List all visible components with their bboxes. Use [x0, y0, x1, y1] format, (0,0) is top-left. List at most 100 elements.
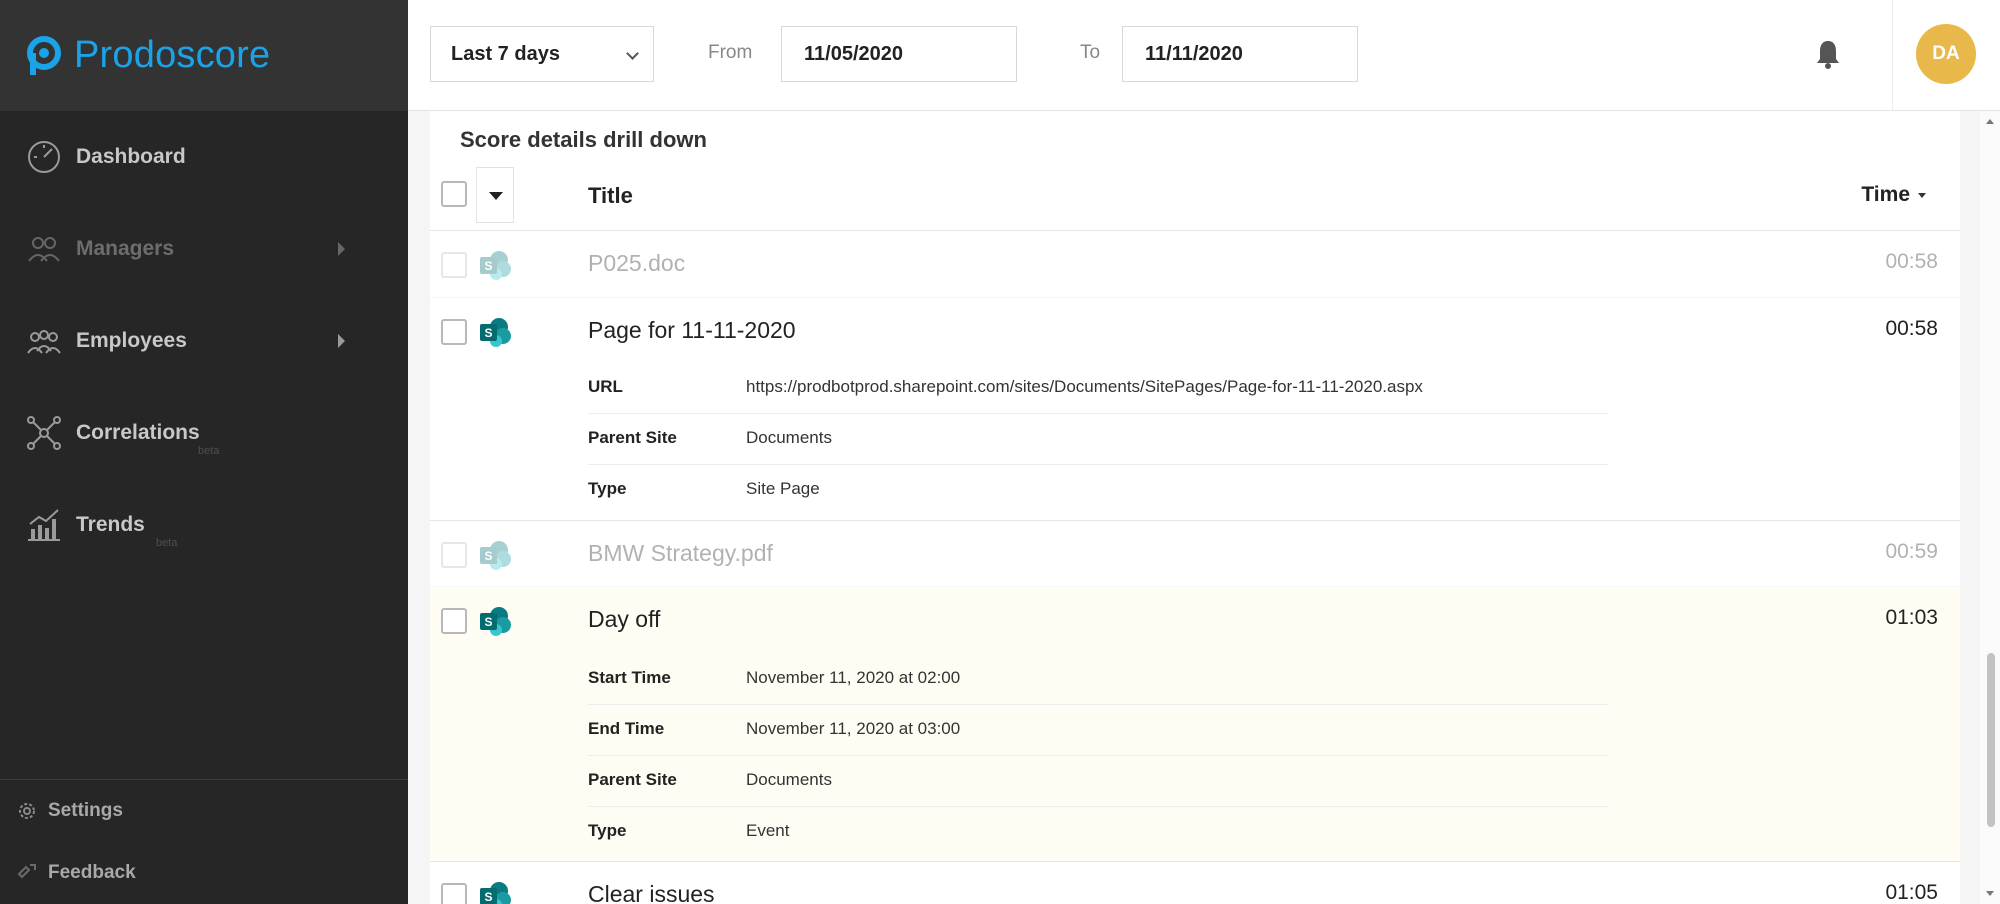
sharepoint-icon: S — [480, 607, 511, 636]
chevron-down-icon — [626, 47, 639, 60]
detail-value: Documents — [746, 428, 832, 447]
detail-key: URL — [588, 377, 623, 396]
sidebar-item-managers[interactable]: Managers — [0, 203, 408, 295]
detail-row-parent-site: Parent Site Documents — [588, 414, 1608, 465]
table-row[interactable]: S P025.doc 00:58 — [430, 232, 1960, 298]
settings-link[interactable]: Settings — [0, 780, 408, 842]
sidebar-item-correlations[interactable]: Correlations beta — [0, 387, 408, 479]
sharepoint-icon: S — [480, 882, 511, 904]
sidebar-footer: Settings Feedback — [0, 779, 408, 904]
row-time: 01:05 — [1885, 881, 1938, 904]
trends-icon — [28, 509, 60, 541]
employees-icon — [27, 330, 61, 354]
detail-row-url: URL https://prodbotprod.sharepoint.com/s… — [588, 363, 1608, 414]
chevron-right-icon — [338, 334, 345, 348]
sidebar-nav: Dashboard Managers Employees Correlation… — [0, 111, 408, 571]
row-time: 00:58 — [1885, 250, 1938, 273]
caret-down-icon — [489, 192, 503, 200]
score-details-panel: Score details drill down Title Time S P0… — [430, 111, 1960, 904]
row-time: 01:03 — [1885, 606, 1938, 629]
detail-value: Documents — [746, 770, 832, 789]
sidebar-item-label: Trends — [76, 513, 145, 536]
column-header-title[interactable]: Title — [588, 183, 633, 209]
detail-key: Parent Site — [588, 428, 677, 447]
scroll-down-arrow-icon[interactable] — [1986, 891, 1994, 896]
row-title: Day off — [588, 606, 661, 632]
feedback-link[interactable]: Feedback — [0, 842, 408, 904]
sidebar-item-label: Dashboard — [76, 145, 186, 168]
svg-text:S: S — [484, 615, 492, 629]
detail-key: Start Time — [588, 668, 671, 687]
correlations-icon — [27, 416, 61, 450]
sidebar-item-trends[interactable]: Trends beta — [0, 479, 408, 571]
sidebar-item-dashboard[interactable]: Dashboard — [0, 111, 408, 203]
row-checkbox[interactable] — [441, 542, 467, 568]
row-title: P025.doc — [588, 250, 686, 276]
brand-header[interactable]: Prodoscore — [0, 0, 408, 111]
sidebar-item-label: Employees — [76, 329, 187, 352]
svg-text:S: S — [484, 890, 492, 904]
main-content: Score details drill down Title Time S P0… — [408, 111, 1980, 904]
from-date-input[interactable]: 11/05/2020 — [781, 26, 1017, 82]
svg-text:S: S — [484, 549, 492, 563]
avatar[interactable]: DA — [1916, 24, 1976, 84]
settings-label: Settings — [48, 800, 123, 821]
sidebar-item-employees[interactable]: Employees — [0, 295, 408, 387]
row-checkbox[interactable] — [441, 319, 467, 345]
vertical-scrollbar[interactable] — [1980, 111, 2000, 904]
sharepoint-icon: S — [480, 541, 511, 570]
sidebar-item-label: Correlations — [76, 421, 200, 444]
detail-value: Event — [746, 821, 790, 840]
column-header-time[interactable]: Time — [1861, 183, 1926, 207]
sidebar-item-label: Managers — [76, 237, 175, 260]
row-checkbox[interactable] — [441, 883, 467, 904]
detail-key: Parent Site — [588, 770, 677, 789]
sharepoint-icon: S — [480, 318, 511, 347]
scroll-up-arrow-icon[interactable] — [1986, 119, 1994, 124]
prodoscore-logo-icon — [27, 35, 61, 75]
select-all-checkbox[interactable] — [441, 181, 467, 207]
detail-key: Type — [588, 821, 627, 840]
sort-desc-icon — [1918, 192, 1926, 198]
from-label: From — [708, 42, 753, 63]
gear-icon — [19, 803, 35, 819]
row-checkbox[interactable] — [441, 608, 467, 634]
feedback-label: Feedback — [48, 862, 136, 883]
row-checkbox[interactable] — [441, 252, 467, 278]
detail-row-start-time: Start Time November 11, 2020 at 02:00 — [588, 654, 1608, 705]
row-title: Page for 11-11-2020 — [588, 317, 796, 343]
date-range-value: Last 7 days — [451, 42, 560, 65]
sharepoint-icon: S — [480, 251, 511, 280]
to-date-input[interactable]: 11/11/2020 — [1122, 26, 1358, 82]
bulk-select-dropdown[interactable] — [476, 167, 514, 223]
beta-tag: beta — [198, 445, 220, 457]
beta-tag: beta — [156, 537, 178, 549]
sidebar: Prodoscore Dashboard Managers Employees … — [0, 0, 408, 904]
detail-row-end-time: End Time November 11, 2020 at 03:00 — [588, 705, 1608, 756]
row-title: BMW Strategy.pdf — [588, 540, 773, 566]
detail-row-type: Type Event — [588, 807, 1608, 858]
table-header: Title Time — [430, 157, 1960, 231]
to-label: To — [1080, 42, 1101, 63]
table-row[interactable]: S BMW Strategy.pdf 00:59 — [430, 522, 1960, 587]
detail-value: https://prodbotprod.sharepoint.com/sites… — [746, 377, 1423, 396]
panel-title: Score details drill down — [460, 127, 707, 152]
divider — [1892, 0, 1893, 111]
table-row[interactable]: S Page for 11-11-2020 00:58 URL https://… — [430, 299, 1960, 521]
managers-icon — [28, 237, 60, 262]
svg-text:S: S — [484, 326, 492, 340]
row-time: 00:58 — [1885, 317, 1938, 340]
table-row[interactable]: S Day off 01:03 Start Time November 11, … — [430, 588, 1960, 862]
detail-key: End Time — [588, 719, 665, 738]
brand-name: Prodoscore — [74, 34, 271, 76]
gauge-icon — [28, 141, 60, 173]
scrollbar-thumb[interactable] — [1987, 653, 1995, 827]
date-range-select[interactable]: Last 7 days — [430, 26, 654, 82]
detail-value: November 11, 2020 at 03:00 — [746, 719, 961, 738]
bell-icon[interactable] — [1814, 38, 1842, 70]
table-row[interactable]: S Clear issues 01:05 — [430, 863, 1960, 904]
detail-value: Site Page — [746, 479, 820, 498]
row-time: 00:59 — [1885, 540, 1938, 563]
top-bar: Last 7 days From 11/05/2020 To 11/11/202… — [408, 0, 2000, 111]
svg-text:S: S — [484, 259, 492, 273]
